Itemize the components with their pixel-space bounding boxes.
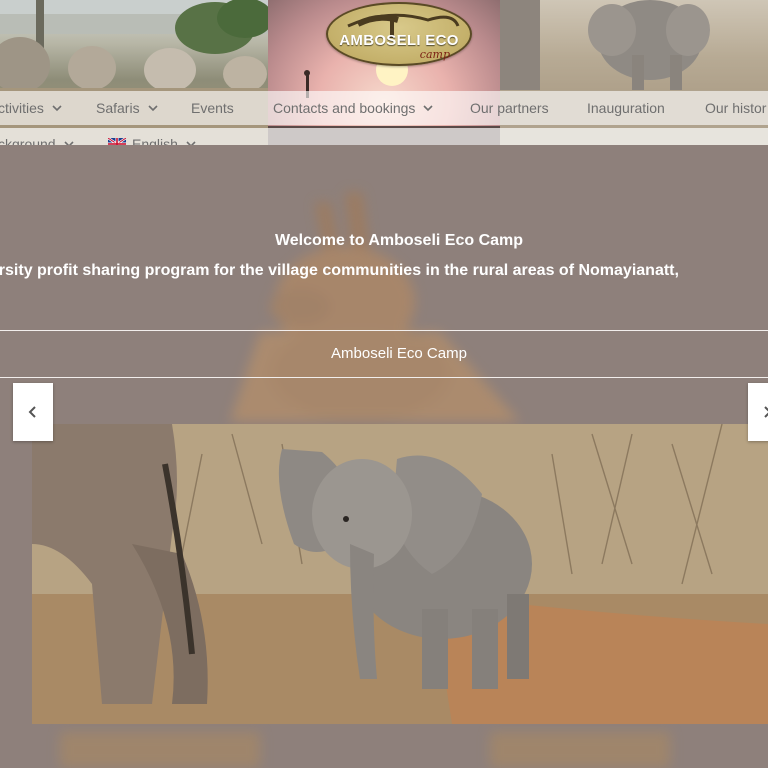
language-selector[interactable]: English (108, 128, 198, 145)
nav-label: ctivities (0, 100, 44, 116)
nav-item-inauguration[interactable]: Inauguration (587, 91, 665, 125)
chevron-left-icon (28, 406, 36, 418)
nav-label: Our partners (470, 100, 549, 116)
nav-label: Contacts and bookings (273, 100, 416, 116)
slider-next-button[interactable] (748, 383, 768, 441)
nav-item-background[interactable]: ckground (0, 128, 76, 145)
hero-subtitle: Amboseli Eco Camp (331, 345, 467, 362)
nav-label: Inauguration (587, 100, 665, 116)
nav-item-activities[interactable]: ctivities (0, 91, 64, 125)
logo-title: AMBOSELI ECO (339, 32, 459, 49)
divider-bottom (0, 377, 768, 378)
uk-flag-icon (108, 138, 126, 145)
hero-tagline: odiversity profit sharing program for th… (0, 262, 679, 279)
chevron-down-icon (64, 141, 74, 145)
nav-label: Our histor (705, 100, 767, 116)
language-label: English (132, 136, 178, 145)
chevron-down-icon (186, 141, 196, 145)
secondary-nav: ckground English (0, 128, 768, 145)
chevron-down-icon (52, 105, 62, 112)
nav-label: ckground (0, 136, 56, 145)
nav-item-contacts-and-bookings[interactable]: Contacts and bookings (273, 91, 435, 125)
nav-item-our-history[interactable]: Our histor (705, 91, 766, 125)
nav-item-safaris[interactable]: Safaris (96, 91, 160, 125)
hero-section: Welcome to Amboseli Eco Camp odiversity … (0, 162, 768, 768)
slider-image-baby-elephant (32, 424, 768, 724)
nav-item-events[interactable]: Events (191, 91, 234, 125)
chevron-down-icon (423, 105, 434, 112)
welcome-heading: Welcome to Amboseli Eco Camp (274, 232, 524, 249)
divider-top (0, 330, 768, 331)
site-logo[interactable]: AMBOSELI ECO camp (326, 2, 472, 66)
main-nav: ctivities Safaris Events Contacts and bo… (0, 91, 768, 125)
chevron-down-icon (148, 105, 158, 112)
nav-label: Events (191, 100, 234, 116)
slider-prev-button[interactable] (13, 383, 53, 441)
site-header: AMBOSELI ECO camp ctivities Safaris Even… (0, 0, 768, 145)
nav-label: Safaris (96, 100, 140, 116)
nav-item-our-partners[interactable]: Our partners (470, 91, 549, 125)
logo-subtitle: camp (419, 48, 450, 61)
chevron-right-icon (764, 406, 768, 418)
